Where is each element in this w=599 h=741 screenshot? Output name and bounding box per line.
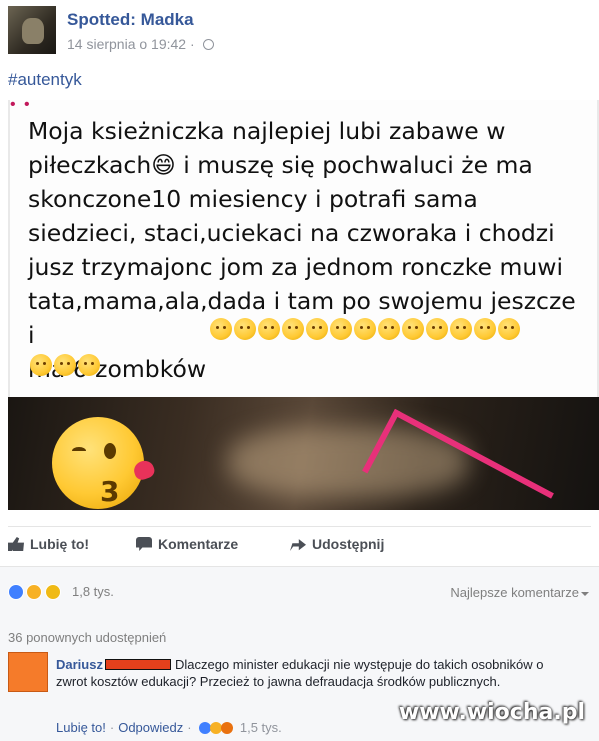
page-avatar[interactable]	[8, 6, 56, 54]
kissing-face-emoji-icon	[30, 354, 52, 376]
kissing-face-emoji-icon	[78, 354, 100, 376]
kiss-emoji-photo: 3	[8, 397, 599, 510]
kissing-face-emoji-icon	[354, 318, 376, 340]
shares-count[interactable]: 36 ponownych udostępnień	[8, 630, 166, 645]
share-button[interactable]: Udostępnij	[290, 536, 384, 552]
share-arrow-icon	[290, 539, 306, 551]
comment-author[interactable]: Dariusz	[56, 657, 103, 672]
kissing-face-emoji-icon	[474, 318, 496, 340]
kissing-face-emoji-icon	[282, 318, 304, 340]
kissing-face-emoji-icon	[54, 354, 76, 376]
sad-reaction-icon	[44, 583, 61, 600]
like-label: Lubię to!	[30, 536, 90, 552]
meta-separator: ·	[189, 36, 195, 52]
kissing-face-emoji-icon	[210, 318, 232, 340]
post-timestamp[interactable]: 14 sierpnia o 19:42	[67, 36, 186, 52]
kissing-face-emoji-icon	[402, 318, 424, 340]
comment-actions: Lubię to! · Odpowiedz · 1,5 tys.	[56, 720, 282, 735]
reaction-icons[interactable]	[8, 583, 61, 601]
kiss-emoji-icon: 3	[52, 417, 144, 509]
post-header: Spotted: Madka 14 sierpnia o 19:42 ·	[8, 6, 591, 58]
hashtag-link[interactable]: #autentyk	[8, 70, 82, 90]
comment-reply-link[interactable]: Odpowiedz	[118, 720, 183, 735]
comment-like-link[interactable]: Lubię to!	[56, 720, 106, 735]
kissing-face-emoji-icon	[306, 318, 328, 340]
haha-reaction-icon	[26, 583, 43, 600]
like-button[interactable]: Lubię to!	[8, 536, 89, 552]
kissing-face-emoji-icon	[378, 318, 400, 340]
post-image[interactable]: • • Moja ksieżniczka najlepiej lubi zaba…	[8, 96, 599, 510]
page-name[interactable]: Spotted: Madka	[67, 10, 194, 30]
chevron-down-icon	[581, 591, 589, 596]
kissing-face-emoji-icon	[234, 318, 256, 340]
share-label: Udostępnij	[312, 536, 385, 552]
commenter-avatar[interactable]	[8, 652, 48, 692]
comment-reaction-count[interactable]: 1,5 tys.	[240, 720, 282, 735]
reactions-bar: 1,8 tys. Najlepsze komentarze	[0, 566, 599, 616]
sort-label: Najlepsze komentarze	[450, 585, 579, 600]
like-reaction-icon	[8, 583, 24, 600]
redaction-bar	[104, 659, 171, 670]
watermark: www.wiocha.pl	[398, 700, 585, 725]
comment-sort-dropdown[interactable]: Najlepsze komentarze	[450, 585, 589, 600]
thumbs-up-icon	[8, 537, 24, 551]
reaction-count[interactable]: 1,8 tys.	[72, 584, 114, 599]
angry-reaction-icon	[221, 722, 234, 734]
screenshot-text: Moja ksieżniczka najlepiej lubi zabawe w…	[28, 117, 576, 383]
kissing-face-emoji-icon	[498, 318, 520, 340]
kissing-face-emoji-icon	[330, 318, 352, 340]
comment-icon	[136, 537, 152, 551]
kissing-face-emoji-icon	[450, 318, 472, 340]
post-meta: 14 sierpnia o 19:42 ·	[67, 36, 214, 52]
screenshot-text-card: • • Moja ksieżniczka najlepiej lubi zaba…	[8, 96, 599, 397]
globe-icon	[202, 39, 214, 50]
comment-label: Komentarze	[158, 536, 239, 552]
kissing-face-emoji-icon	[426, 318, 448, 340]
comment-button[interactable]: Komentarze	[136, 536, 238, 552]
pink-dots-decoration: • •	[10, 96, 32, 113]
action-bar: Lubię to! Komentarze Udostępnij	[8, 526, 591, 562]
comment-body: Dariusz Dlaczego minister edukacji nie wy…	[56, 656, 576, 690]
kissing-face-emoji-icon	[258, 318, 280, 340]
